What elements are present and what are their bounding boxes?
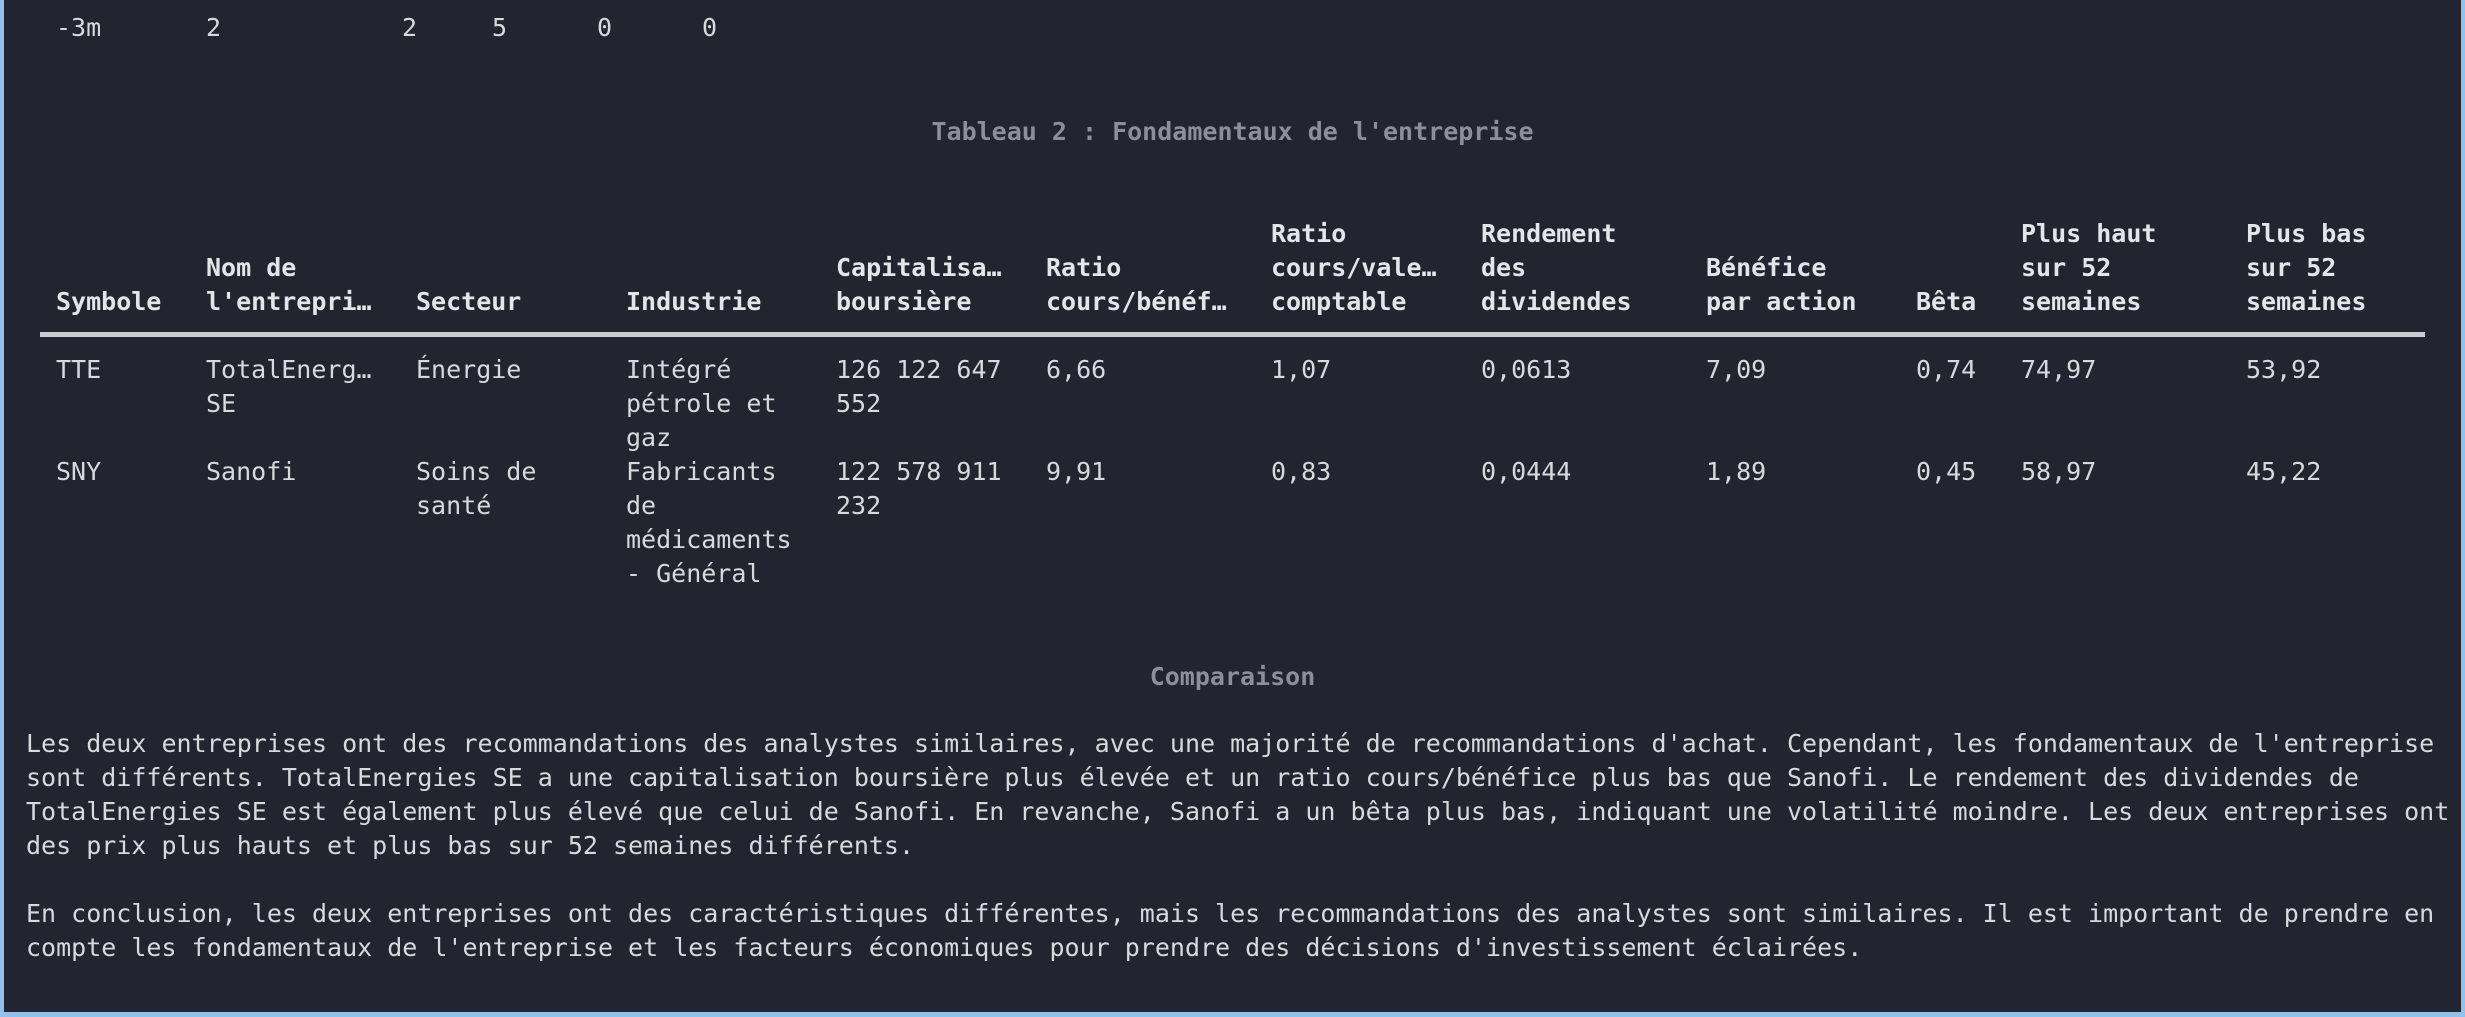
cell-secteur: Soins de santé [416, 457, 537, 520]
cell-capitalisation: 126 122 647 552 [836, 355, 1002, 418]
header-industrie: Industrie [626, 287, 762, 316]
prev-cell: -3m [56, 13, 102, 42]
cell-beta: 0,74 [1916, 355, 1977, 384]
header-rendement: Rendement des dividendes [1481, 219, 1632, 316]
prev-cell: 5 [492, 13, 508, 42]
cell-benefice: 7,09 [1706, 355, 1767, 384]
prev-cell: 2 [402, 13, 418, 42]
header-nom: Nom de l'entrepri… [206, 253, 372, 316]
cell-symbole: SNY [56, 457, 102, 486]
cell-plus-bas: 45,22 [2246, 457, 2322, 486]
header-beta: Bêta [1916, 287, 1977, 316]
header-ratio-pe: Ratio cours/bénéf… [1046, 253, 1227, 316]
header-benefice: Bénéfice par action [1706, 253, 1857, 316]
cell-rendement: 0,0444 [1481, 457, 1572, 486]
conclusion-paragraph: En conclusion, les deux entreprises ont … [26, 899, 2435, 962]
table-caption: Tableau 2 : Fondamentaux de l'entreprise [931, 117, 1534, 146]
comparison-paragraph: Les deux entreprises ont des recommandat… [26, 729, 2450, 860]
comparison-heading: Comparaison [1149, 662, 1316, 691]
header-symbole: Symbole [56, 287, 162, 316]
prev-cell: 2 [206, 13, 222, 42]
cell-benefice: 1,89 [1706, 457, 1767, 486]
cell-ratio-pb: 0,83 [1271, 457, 1332, 486]
cell-industrie: Fabricants de médicaments - Général [626, 457, 792, 588]
cell-nom: Sanofi [206, 457, 297, 486]
cell-symbole: TTE [56, 355, 102, 384]
cell-ratio-pe: 6,66 [1046, 355, 1107, 384]
header-ratio-pb: Ratio cours/vale… comptable [1271, 219, 1437, 316]
prev-cell: 0 [597, 13, 613, 42]
cell-plus-bas: 53,92 [2246, 355, 2322, 384]
header-secteur: Secteur [416, 287, 522, 316]
cell-plus-haut: 58,97 [2021, 457, 2097, 486]
cell-rendement: 0,0613 [1481, 355, 1572, 384]
header-capitalisation: Capitalisa… boursière [836, 253, 1002, 316]
cell-plus-haut: 74,97 [2021, 355, 2097, 384]
cell-nom: TotalEnerg… SE [206, 355, 372, 418]
cell-industrie: Intégré pétrole et gaz [626, 355, 777, 452]
header-divider [40, 332, 2425, 337]
cell-beta: 0,45 [1916, 457, 1977, 486]
terminal-frame [0, 0, 2465, 1017]
cell-ratio-pe: 9,91 [1046, 457, 1107, 486]
cell-capitalisation: 122 578 911 232 [836, 457, 1002, 520]
header-plus-bas: Plus bas sur 52 semaines [2246, 219, 2367, 316]
cell-ratio-pb: 1,07 [1271, 355, 1332, 384]
cell-secteur: Énergie [416, 355, 522, 384]
prev-cell: 0 [702, 13, 718, 42]
header-plus-haut: Plus haut sur 52 semaines [2021, 219, 2157, 316]
